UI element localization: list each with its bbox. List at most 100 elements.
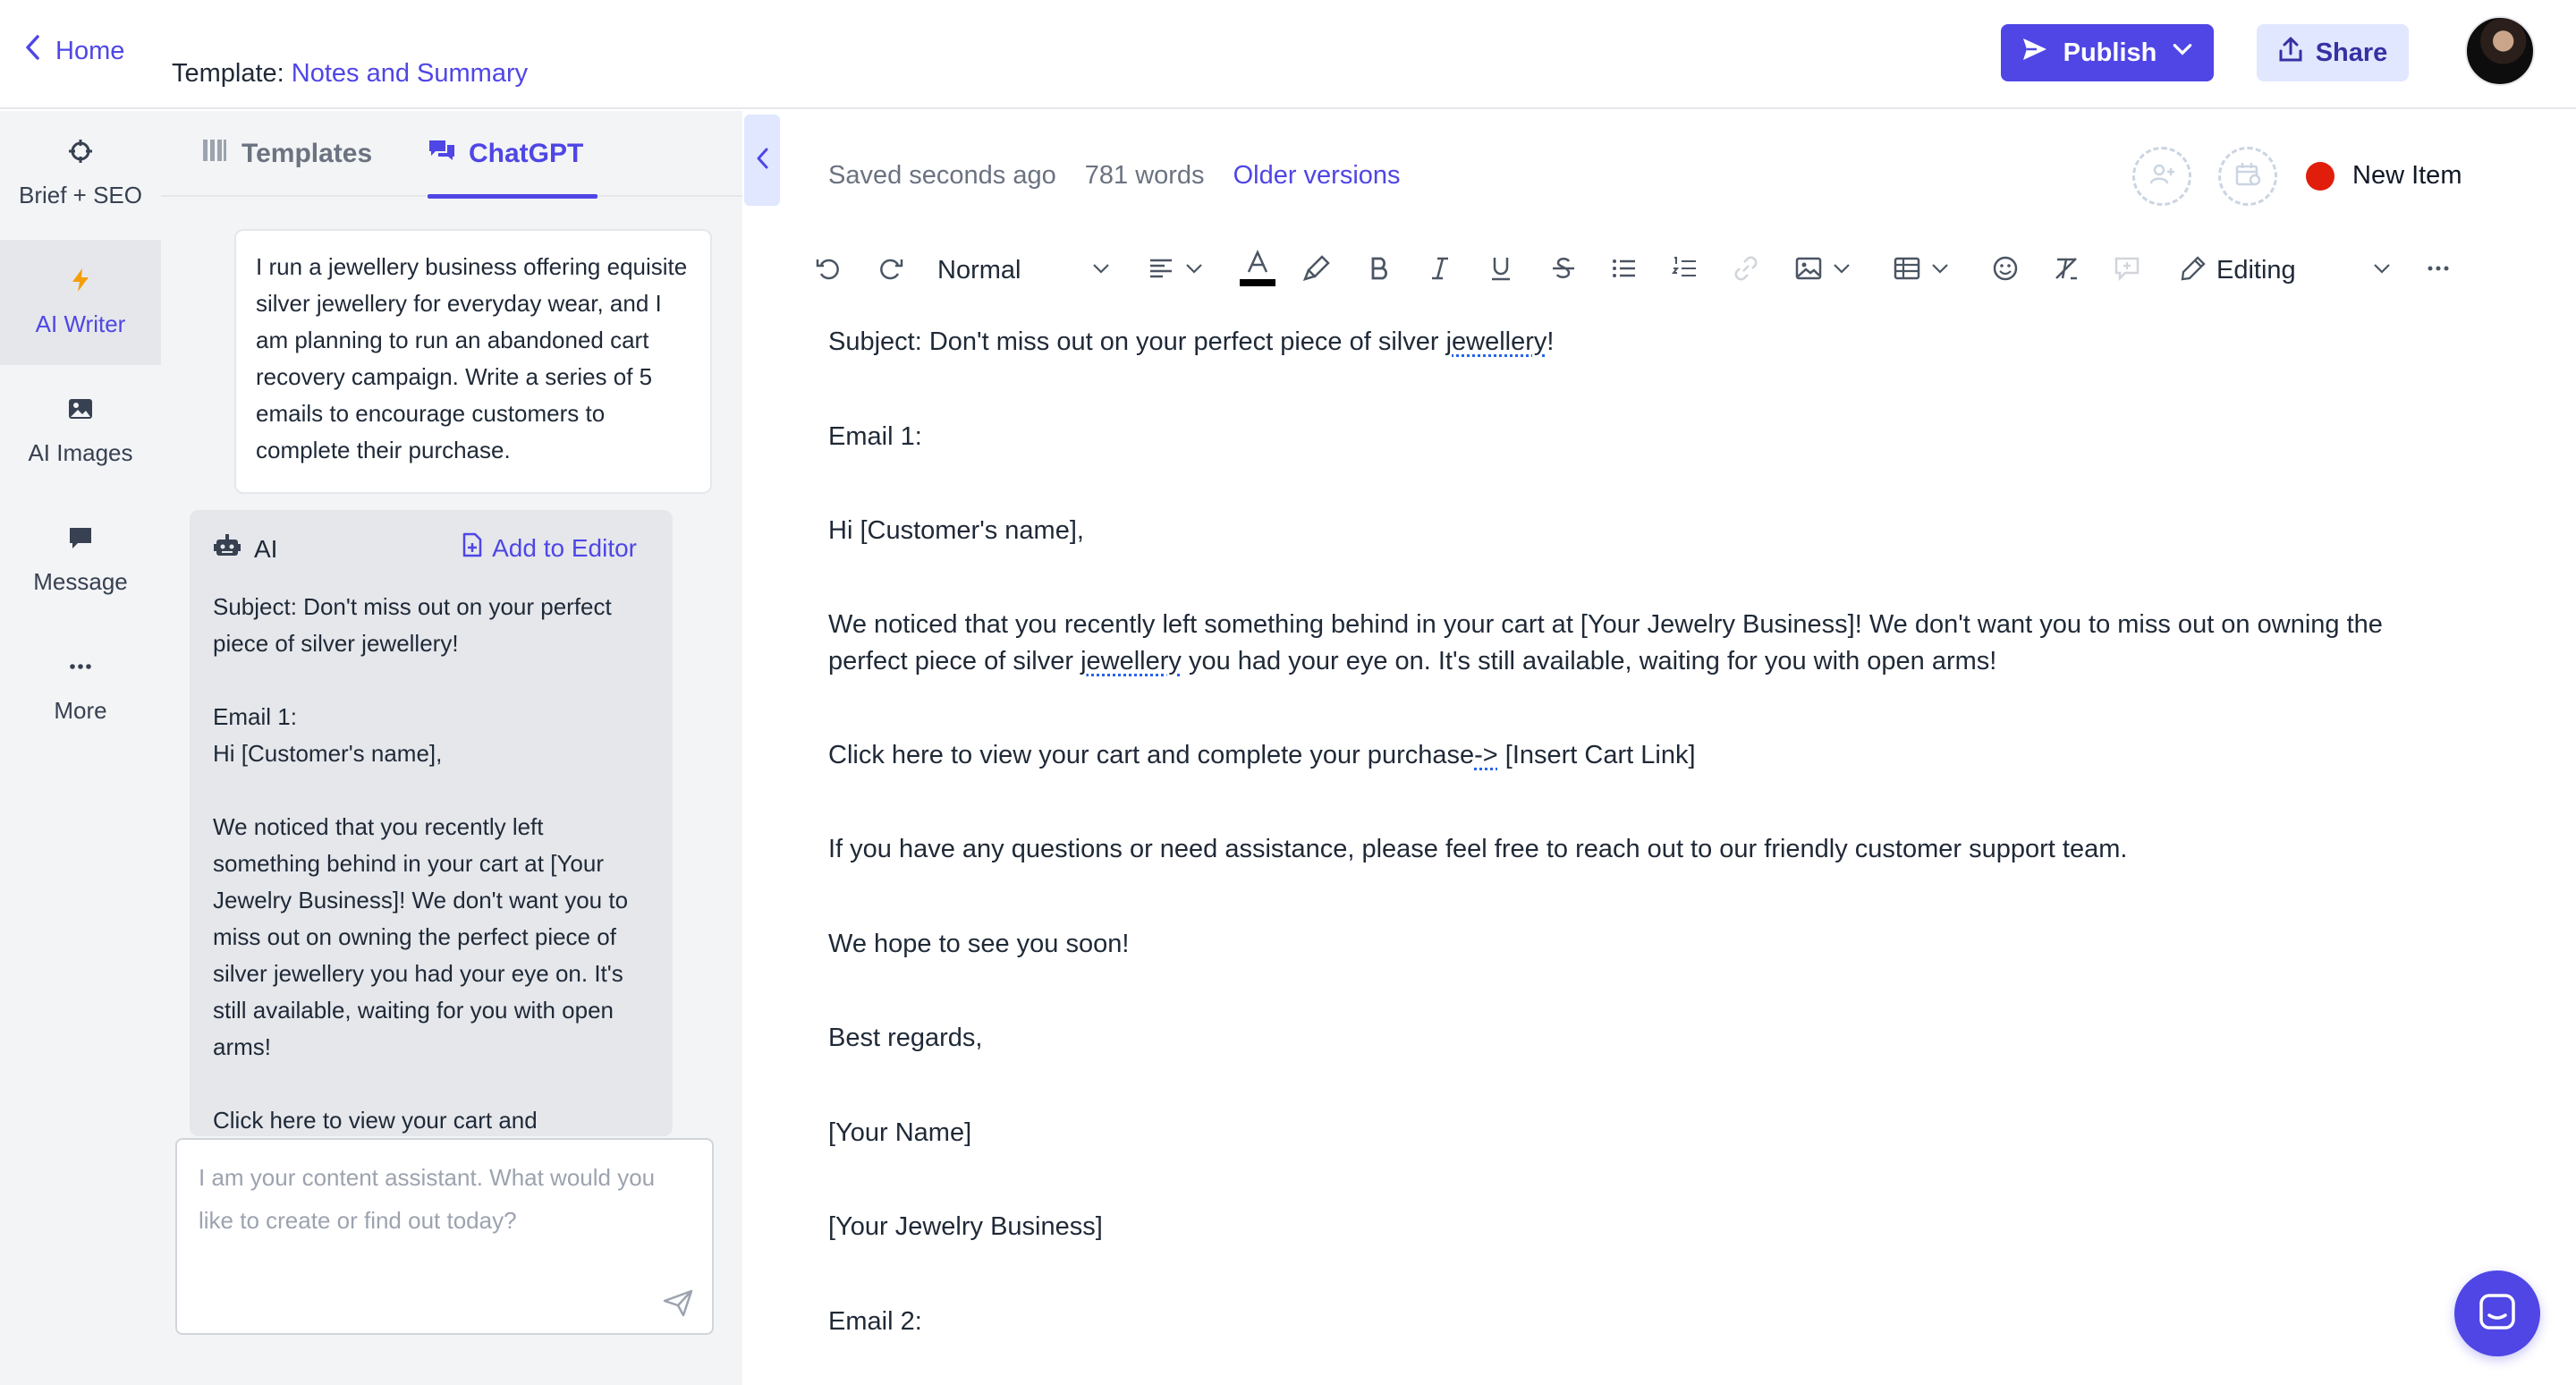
bullet-list-button[interactable]	[1610, 251, 1639, 290]
paragraph-style-select[interactable]: Normal	[937, 251, 1029, 290]
italic-button[interactable]	[1426, 251, 1454, 290]
left-rail: Brief + SEO AI Writer AI Images Message …	[0, 111, 161, 1385]
user-prompt-text: I run a jewellery business offering equi…	[256, 253, 688, 463]
text-color-button[interactable]	[1240, 249, 1275, 293]
add-document-icon	[460, 531, 485, 565]
chevron-down-icon	[1091, 259, 1111, 283]
message-icon	[67, 524, 94, 557]
status-new-item[interactable]: New Item	[2306, 161, 2462, 191]
image-icon	[67, 395, 94, 429]
chat-widget-icon	[2476, 1290, 2519, 1338]
bullet-list-icon	[1610, 254, 1639, 287]
rail-item-more[interactable]: More	[0, 626, 161, 752]
link-button[interactable]	[1732, 251, 1760, 290]
doc-paragraph: Email 1:	[828, 422, 922, 451]
underline-button[interactable]	[1487, 251, 1515, 290]
table-icon	[1893, 254, 1921, 287]
user-prompt-card: I run a jewellery business offering equi…	[234, 229, 712, 494]
clear-format-button[interactable]	[2052, 251, 2080, 290]
redo-icon	[877, 254, 905, 287]
table-insert-button[interactable]	[1893, 251, 1950, 290]
schedule-button[interactable]	[2218, 147, 2277, 206]
style-select-value: Normal	[937, 255, 1021, 285]
add-to-editor-button[interactable]: Add to Editor	[460, 531, 637, 565]
doc-paragraph: Email 2:	[828, 1307, 922, 1336]
more-options-button[interactable]	[2424, 251, 2453, 290]
status-label: New Item	[2352, 161, 2462, 190]
doc-paragraph: We hope to see you soon!	[828, 930, 1130, 958]
upload-icon	[2278, 36, 2303, 70]
numbered-list-button[interactable]	[1671, 251, 1699, 290]
clear-format-icon	[2052, 254, 2080, 287]
add-user-icon	[2148, 160, 2176, 193]
image-insert-button[interactable]	[1794, 251, 1852, 290]
rail-item-ai-writer[interactable]: AI Writer	[0, 240, 161, 365]
pencil-icon	[2179, 254, 2207, 287]
link-icon	[1732, 254, 1760, 287]
send-icon[interactable]	[662, 1288, 694, 1317]
support-chat-button[interactable]	[2454, 1270, 2540, 1356]
publish-button[interactable]: Publish	[2001, 24, 2214, 81]
share-label: Share	[2315, 38, 2388, 67]
style-dropdown[interactable]	[1091, 251, 1111, 290]
rail-item-label: AI Writer	[35, 310, 126, 337]
chat-input[interactable]: I am your content assistant. What would …	[175, 1138, 714, 1335]
robot-icon	[213, 531, 242, 566]
mode-select[interactable]: Editing	[2179, 251, 2296, 290]
top-bar: Home Template: Notes and Summary Publish…	[0, 0, 2576, 109]
doc-paragraph: Subject: Don't miss out on your perfect …	[828, 327, 1555, 356]
share-button[interactable]: Share	[2257, 24, 2409, 81]
lightning-icon	[67, 267, 94, 300]
rail-item-brief-seo[interactable]: Brief + SEO	[0, 111, 161, 236]
ai-response-text: Subject: Don't miss out on your perfect …	[213, 593, 629, 1134]
undo-button[interactable]	[814, 251, 843, 290]
chevron-left-icon	[23, 34, 43, 68]
tab-templates[interactable]: Templates	[200, 111, 372, 197]
redo-button[interactable]	[877, 251, 905, 290]
tab-chatgpt[interactable]: ChatGPT	[428, 111, 598, 199]
strikethrough-button[interactable]	[1549, 251, 1578, 290]
older-versions-link[interactable]: Older versions	[1233, 161, 1401, 191]
chevron-down-icon[interactable]	[2171, 38, 2194, 68]
align-left-icon	[1147, 254, 1175, 287]
template-prefix: Template:	[172, 59, 284, 88]
add-collaborator-button[interactable]	[2132, 147, 2191, 206]
text-color-icon	[1240, 249, 1275, 293]
rail-item-label: AI Images	[28, 439, 133, 466]
highlighter-icon	[1302, 254, 1331, 287]
doc-paragraph: Best regards,	[828, 1024, 983, 1052]
chevron-down-icon	[1184, 259, 1204, 283]
send-icon	[2021, 35, 2049, 71]
template-name[interactable]: Notes and Summary	[292, 59, 528, 88]
chevron-down-icon	[1832, 259, 1852, 283]
editor-meta: Saved seconds ago 781 words Older versio…	[828, 161, 1401, 191]
comment-icon	[2113, 254, 2141, 287]
doc-paragraph: If you have any questions or need assist…	[828, 835, 2128, 863]
chat-icon	[428, 136, 456, 172]
highlight-button[interactable]	[1302, 251, 1331, 290]
strikethrough-icon	[1549, 254, 1578, 287]
home-link[interactable]: Home	[23, 34, 124, 68]
more-icon	[67, 653, 94, 686]
doc-paragraph: [Your Name]	[828, 1118, 972, 1147]
add-to-editor-label: Add to Editor	[492, 533, 637, 562]
ai-response-card: AI Add to Editor Subject: Don't miss out…	[190, 510, 673, 1136]
emoji-button[interactable]	[1991, 251, 2020, 290]
editor-toolbar: Normal Editing	[805, 243, 2469, 297]
emoji-icon	[1991, 254, 2020, 287]
ai-label: AI	[254, 534, 278, 563]
align-button[interactable]	[1147, 251, 1204, 290]
rail-item-ai-images[interactable]: AI Images	[0, 369, 161, 494]
publish-label: Publish	[2063, 38, 2157, 67]
word-count: 781 words	[1084, 161, 1205, 190]
templates-icon	[200, 136, 229, 172]
chevron-left-icon	[754, 145, 770, 176]
mode-dropdown[interactable]	[2372, 251, 2392, 290]
rail-item-message[interactable]: Message	[0, 497, 161, 623]
rail-item-label: Brief + SEO	[19, 182, 142, 208]
avatar[interactable]	[2465, 16, 2535, 86]
bold-button[interactable]	[1365, 251, 1394, 290]
collapse-panel-button[interactable]	[744, 115, 780, 206]
comment-button[interactable]	[2113, 251, 2141, 290]
doc-paragraph: [Your Jewelry Business]	[828, 1212, 1103, 1241]
